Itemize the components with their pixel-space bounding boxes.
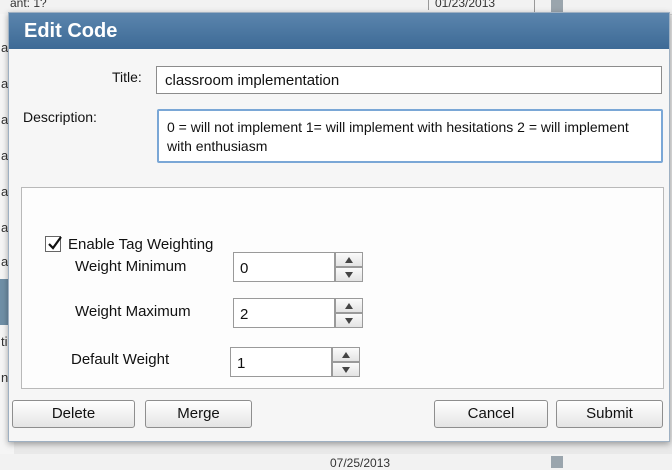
default-weight-increment[interactable] xyxy=(332,347,360,362)
weight-minimum-input[interactable]: 0 xyxy=(233,252,335,282)
default-weight-label: Default Weight xyxy=(71,351,170,368)
merge-button[interactable]: Merge xyxy=(145,400,252,428)
background-fragment: ti xyxy=(1,334,8,349)
background-action-icon xyxy=(551,0,563,12)
description-textarea[interactable]: 0 = will not implement 1= will implement… xyxy=(157,109,663,163)
cancel-button[interactable]: Cancel xyxy=(434,400,548,428)
background-footer-row: 07/25/2013 xyxy=(0,454,672,470)
weight-maximum-stepper: 2 xyxy=(233,298,365,328)
description-label: Description: xyxy=(23,109,97,125)
dialog-title: Edit Code xyxy=(24,20,118,42)
background-date-text: 01/23/2013 xyxy=(428,0,495,10)
triangle-up-icon xyxy=(342,351,350,358)
delete-button[interactable]: Delete xyxy=(12,400,135,428)
triangle-down-icon xyxy=(345,271,353,278)
weight-maximum-label: Weight Maximum xyxy=(75,303,191,320)
enable-tag-weighting-checkbox[interactable] xyxy=(45,236,62,252)
edit-code-dialog: Edit Code Title: classroom implementatio… xyxy=(8,12,670,442)
title-input[interactable]: classroom implementation xyxy=(156,66,662,94)
enable-tag-weighting-label[interactable]: Enable Tag Weighting xyxy=(68,236,213,253)
weight-minimum-stepper: 0 xyxy=(233,252,365,282)
triangle-up-icon xyxy=(345,302,353,309)
weight-maximum-decrement[interactable] xyxy=(335,313,363,328)
background-divider xyxy=(534,0,535,12)
triangle-up-icon xyxy=(345,256,353,263)
weight-maximum-increment[interactable] xyxy=(335,298,363,313)
submit-button[interactable]: Submit xyxy=(556,400,663,428)
triangle-down-icon xyxy=(342,366,350,373)
triangle-down-icon xyxy=(345,317,353,324)
dialog-titlebar[interactable]: Edit Code xyxy=(9,13,669,49)
default-weight-stepper: 1 xyxy=(230,347,362,377)
default-weight-decrement[interactable] xyxy=(332,362,360,377)
checkmark-icon xyxy=(48,236,62,250)
weight-minimum-increment[interactable] xyxy=(335,252,363,267)
background-count-text: ant: 1? xyxy=(10,0,47,10)
title-label: Title: xyxy=(112,69,142,85)
weight-minimum-decrement[interactable] xyxy=(335,267,363,282)
weight-maximum-input[interactable]: 2 xyxy=(233,298,335,328)
background-footer-date: 07/25/2013 xyxy=(330,456,391,470)
default-weight-input[interactable]: 1 xyxy=(230,347,332,377)
weight-minimum-label: Weight Minimum xyxy=(75,258,187,275)
background-footer-icon xyxy=(551,456,563,468)
